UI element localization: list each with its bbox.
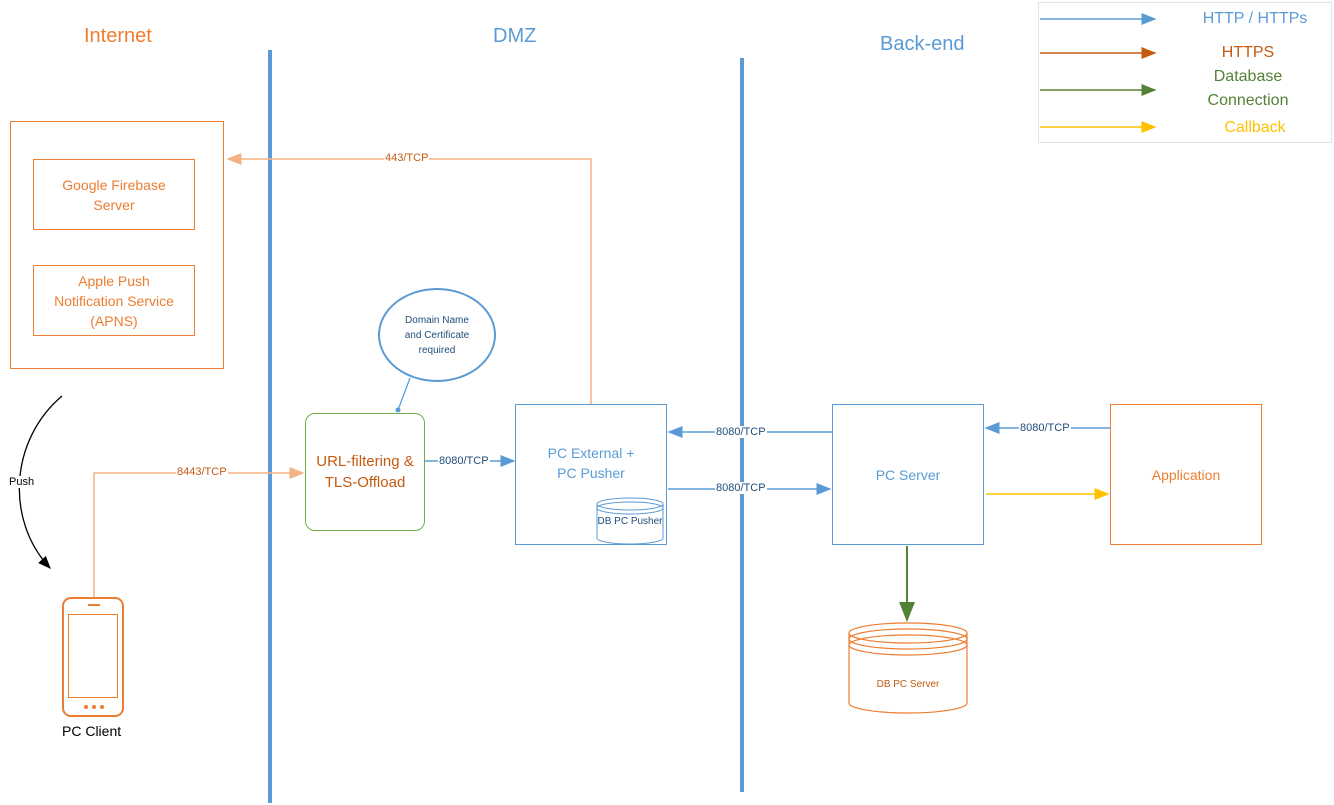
phone-buttons (84, 705, 104, 710)
label-8080-server-to-external: 8080/TCP (715, 426, 767, 438)
zone-title-internet: Internet (84, 25, 152, 47)
pc-client-label: PC Client (62, 723, 122, 739)
legend-label-db: Database Connection (1207, 68, 1289, 109)
push-label: Push (9, 476, 35, 488)
label-8443-tcp: 8443/TCP (176, 466, 228, 478)
legend-label-https: HTTPS (1221, 44, 1275, 61)
db-pc-pusher-label: DB PC Pusher (597, 516, 663, 527)
firebase-server-node[interactable]: Google Firebase Server (33, 159, 195, 230)
legend-label-http: HTTP / HTTPs (1202, 10, 1308, 27)
legend-label-callback: Callback (1224, 119, 1286, 136)
db-pc-server-icon[interactable]: DB PC Server (848, 621, 968, 715)
db-pc-pusher-icon[interactable]: DB PC Pusher (596, 496, 664, 544)
db-pc-server-label: DB PC Server (876, 679, 940, 690)
callout-domain-certificate: Domain Name and Certificate required (378, 288, 496, 382)
phone-speaker (88, 604, 100, 606)
phone-screen (68, 614, 118, 698)
pc-server-node[interactable]: PC Server (832, 404, 984, 545)
label-8080-app-to-server: 8080/TCP (1019, 422, 1071, 434)
apns-node[interactable]: Apple Push Notification Service (APNS) (33, 265, 195, 336)
label-443-tcp: 443/TCP (384, 152, 430, 164)
url-filtering-node[interactable]: URL-filtering & TLS-Offload (305, 413, 425, 531)
callout-tail (397, 377, 411, 411)
application-node[interactable]: Application (1110, 404, 1262, 545)
label-8080-external-to-server: 8080/TCP (715, 482, 767, 494)
zone-title-dmz: DMZ (493, 25, 537, 47)
zone-title-backend: Back-end (880, 33, 965, 55)
phone-icon[interactable] (62, 597, 124, 717)
label-8080-url-to-external: 8080/TCP (438, 455, 490, 467)
